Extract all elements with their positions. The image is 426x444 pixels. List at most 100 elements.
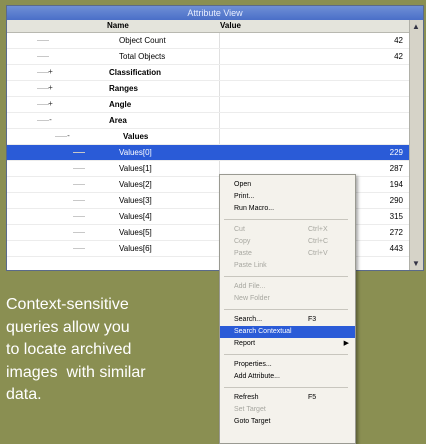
tree-gutter xyxy=(7,177,107,192)
menu-item-label: Paste Link xyxy=(234,262,267,269)
menu-item-label: Refresh xyxy=(234,394,259,401)
menu-item[interactable]: Properties... xyxy=(220,359,355,371)
table-row[interactable]: Values[0] 229 xyxy=(7,145,411,161)
column-divider xyxy=(219,49,220,64)
row-name: Classification xyxy=(109,68,162,77)
row-name: Values[5] xyxy=(119,228,152,237)
row-value: 287 xyxy=(389,164,403,173)
expand-icon[interactable]: + xyxy=(47,68,54,76)
menu-item-label: Cut xyxy=(234,226,245,233)
tree-gutter xyxy=(7,33,107,48)
table-row[interactable]: + Ranges xyxy=(7,81,411,97)
column-divider xyxy=(219,65,220,80)
tree-connector xyxy=(73,216,85,217)
tree-connector xyxy=(37,56,49,57)
table-row[interactable]: Total Objects 42 xyxy=(7,49,411,65)
caption-line: to locate archived xyxy=(6,341,132,358)
attribute-view-window: Attribute View Name Value Object Count 42… xyxy=(6,5,424,271)
menu-item[interactable]: Print... xyxy=(220,191,355,203)
menu-item[interactable]: Set Target xyxy=(220,404,355,416)
menu-item-label: Goto Target xyxy=(234,418,271,425)
column-divider xyxy=(219,113,220,128)
table-row[interactable]: + Classification xyxy=(7,65,411,81)
caption-line: data. xyxy=(6,386,42,403)
menu-item[interactable]: New Folder xyxy=(220,293,355,305)
tree-gutter xyxy=(7,193,107,208)
menu-item-shortcut: F3 xyxy=(308,316,317,323)
collapse-icon[interactable]: - xyxy=(65,132,72,140)
menu-item-label: Properties... xyxy=(234,361,272,368)
menu-item-label: Set Target xyxy=(234,406,266,413)
menu-item-label: Paste xyxy=(234,250,252,257)
menu-item[interactable]: Run Macro... xyxy=(220,203,355,215)
table-row[interactable]: + Angle xyxy=(7,97,411,113)
caption-line: Context-sensitive xyxy=(6,296,129,313)
row-name: Object Count xyxy=(119,36,166,45)
menu-item[interactable]: Search... F3 xyxy=(220,314,355,326)
row-name: Values[6] xyxy=(119,244,152,253)
row-value: 443 xyxy=(389,244,403,253)
scroll-down-icon[interactable]: ▼ xyxy=(412,259,420,268)
menu-item[interactable]: Refresh F5 xyxy=(220,392,355,404)
table-row[interactable]: Object Count 42 xyxy=(7,33,411,49)
row-name: Angle xyxy=(109,100,132,109)
window-title: Attribute View xyxy=(7,6,423,20)
row-name: Total Objects xyxy=(119,52,166,61)
menu-item[interactable]: Open xyxy=(220,179,355,191)
menu-item-label: Report xyxy=(234,340,256,347)
column-divider xyxy=(219,97,220,112)
menu-item-shortcut: F5 xyxy=(308,394,317,401)
expand-icon[interactable]: + xyxy=(47,84,54,92)
grid-header: Name Value xyxy=(7,20,423,33)
tree-gutter xyxy=(7,161,107,176)
menu-item-label: Copy xyxy=(234,238,251,245)
caption-line: images with similar xyxy=(6,363,146,381)
table-row[interactable]: - Values xyxy=(7,129,411,145)
menu-item-label: Search Contextual xyxy=(234,328,292,335)
menu-item-label: Search... xyxy=(234,316,263,323)
column-divider xyxy=(219,33,220,48)
menu-item[interactable]: Report ▶ xyxy=(220,338,355,350)
column-header-value[interactable]: Value xyxy=(220,20,241,32)
menu-item-shortcut: Ctrl+C xyxy=(308,238,329,245)
menu-item-shortcut: Ctrl+V xyxy=(308,250,328,257)
row-value: 315 xyxy=(389,212,403,221)
context-menu: Open Print... Run Macro... Cut Ctrl+X Copy Ctr… xyxy=(219,174,356,444)
menu-item[interactable]: Add File... xyxy=(220,281,355,293)
row-name: Values xyxy=(123,132,149,141)
collapse-icon[interactable]: - xyxy=(47,116,54,124)
tree-connector xyxy=(73,200,85,201)
tree-gutter: + xyxy=(7,97,107,112)
column-divider xyxy=(219,81,220,96)
tree-gutter xyxy=(7,209,107,224)
menu-separator xyxy=(224,219,348,220)
menu-item[interactable]: Cut Ctrl+X xyxy=(220,224,355,236)
tree-gutter: + xyxy=(7,65,107,80)
row-name: Values[2] xyxy=(119,180,152,189)
tree-connector xyxy=(73,168,85,169)
menu-item[interactable]: Copy Ctrl+C xyxy=(220,236,355,248)
row-name: Area xyxy=(109,116,127,125)
caption-text: Context-sensitive queries allow you to loc… xyxy=(6,294,216,407)
column-divider xyxy=(219,129,220,144)
tree-gutter: - xyxy=(7,129,107,144)
tree-gutter xyxy=(7,241,107,256)
menu-item[interactable]: Paste Link xyxy=(220,260,355,272)
vertical-scrollbar[interactable]: ▲ ▼ xyxy=(409,20,423,270)
menu-item-label: Add Attribute... xyxy=(234,373,280,380)
menu-separator xyxy=(224,387,348,388)
menu-item[interactable]: Goto Target xyxy=(220,416,355,428)
expand-icon[interactable]: + xyxy=(47,100,54,108)
menu-item[interactable]: Add Attribute... xyxy=(220,371,355,383)
menu-separator xyxy=(224,309,348,310)
table-row[interactable]: - Area xyxy=(7,113,411,129)
tree-connector xyxy=(73,232,85,233)
menu-item[interactable]: Search Contextual xyxy=(220,326,355,338)
row-value: 272 xyxy=(389,228,403,237)
menu-item[interactable]: Paste Ctrl+V xyxy=(220,248,355,260)
column-header-name[interactable]: Name xyxy=(107,20,129,32)
scroll-up-icon[interactable]: ▲ xyxy=(412,22,420,31)
tree-connector xyxy=(73,152,85,153)
menu-item-shortcut: Ctrl+X xyxy=(308,226,328,233)
row-value: 290 xyxy=(389,196,403,205)
